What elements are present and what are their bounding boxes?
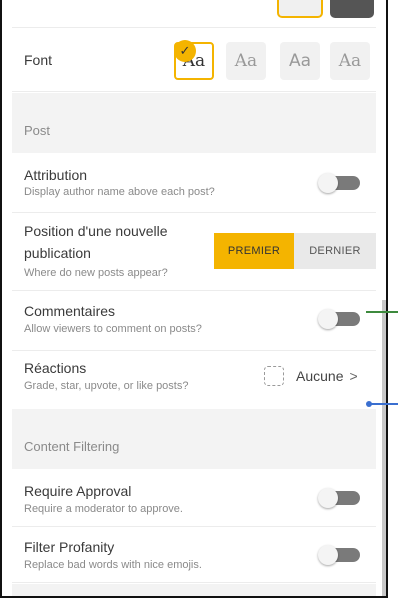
font-label: Font: [24, 52, 53, 68]
wallpaper-thumbnail-selected[interactable]: [277, 0, 323, 18]
settings-window: Font Aa ✓ Aa Aa Aa Post Attribution Disp…: [0, 0, 388, 598]
annotation-line-green: [366, 311, 398, 313]
position-segmented-control: PREMIER DERNIER: [214, 233, 376, 269]
require-approval-toggle[interactable]: [318, 488, 362, 508]
toggle-knob: [318, 545, 338, 565]
comments-toggle[interactable]: [318, 309, 362, 329]
font-option-2[interactable]: Aa: [226, 42, 266, 80]
reactions-selector[interactable]: Aucune >: [264, 365, 358, 387]
font-option-3[interactable]: Aa: [280, 42, 320, 80]
reactions-label: Réactions: [24, 360, 87, 376]
section-title: Content Filtering: [24, 439, 120, 454]
attribution-description: Display author name above each post?: [24, 186, 215, 198]
section-header-content-filtering: Content Filtering: [12, 409, 376, 469]
position-description: Where do new posts appear?: [24, 267, 168, 279]
scrollbar[interactable]: [382, 300, 386, 596]
font-option-text: Aa: [234, 51, 258, 71]
section-header-post: Post: [12, 93, 376, 153]
filter-profanity-toggle[interactable]: [318, 545, 362, 565]
check-icon: ✓: [174, 40, 196, 62]
font-option-text: Aa: [338, 51, 362, 71]
position-label-line1: Position d'une nouvelle: [24, 223, 168, 239]
reactions-description: Grade, star, upvote, or like posts?: [24, 380, 189, 392]
attribution-toggle[interactable]: [318, 173, 362, 193]
require-approval-label: Require Approval: [24, 483, 132, 499]
comments-label: Commentaires: [24, 303, 116, 319]
toggle-knob: [318, 309, 338, 329]
font-option-1[interactable]: Aa ✓: [174, 40, 214, 80]
reactions-row[interactable]: Réactions Grade, star, upvote, or like p…: [12, 351, 376, 409]
require-approval-description: Require a moderator to approve.: [24, 503, 183, 515]
comments-row: Commentaires Allow viewers to comment on…: [12, 291, 376, 351]
wallpaper-options-row: [12, 0, 376, 28]
new-post-position-row: Position d'une nouvelle publication Wher…: [12, 213, 376, 291]
premier-button[interactable]: PREMIER: [214, 233, 294, 269]
section-title: Post: [24, 123, 51, 138]
filter-profanity-description: Replace bad words with nice emojis.: [24, 559, 202, 571]
filter-profanity-row: Filter Profanity Replace bad words with …: [12, 527, 376, 583]
position-label-line2: publication: [24, 245, 91, 261]
toggle-knob: [318, 488, 338, 508]
reaction-placeholder-icon: [264, 366, 284, 386]
dernier-button[interactable]: DERNIER: [294, 233, 376, 269]
attribution-label: Attribution: [24, 167, 88, 183]
require-approval-row: Require Approval Require a moderator to …: [12, 469, 376, 527]
section-footer: [12, 584, 376, 596]
settings-panel: Font Aa ✓ Aa Aa Aa Post Attribution Disp…: [12, 0, 376, 596]
attribution-row: Attribution Display author name above ea…: [12, 153, 376, 213]
font-option-4[interactable]: Aa: [330, 42, 370, 80]
toggle-knob: [318, 173, 338, 193]
chevron-right-icon: >: [349, 368, 358, 384]
filter-profanity-label: Filter Profanity: [24, 539, 115, 555]
font-row: Font Aa ✓ Aa Aa Aa: [12, 28, 376, 92]
annotation-line-blue: [368, 403, 398, 405]
font-option-text: Aa: [288, 51, 312, 71]
reactions-value: Aucune: [296, 368, 344, 384]
comments-description: Allow viewers to comment on posts?: [24, 323, 202, 335]
wallpaper-thumbnail[interactable]: [330, 0, 374, 18]
